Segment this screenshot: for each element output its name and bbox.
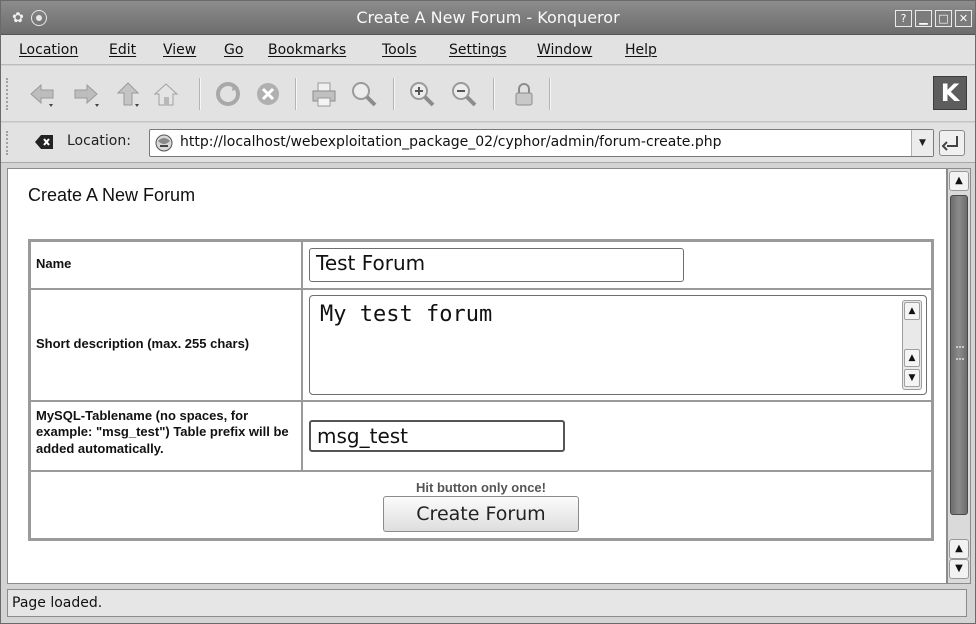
tablename-input[interactable]: msg_test xyxy=(309,420,565,452)
forum-form-table: Name Test Forum Short description (max. … xyxy=(28,239,934,541)
textarea-scrollbar[interactable]: ▲ ▲ ▼ xyxy=(902,300,922,390)
status-bar: Page loaded. xyxy=(7,589,967,617)
menu-location[interactable]: Location xyxy=(19,42,78,58)
menu-window[interactable]: Window xyxy=(537,42,592,58)
window-title: Create A New Forum - Konqueror xyxy=(356,8,620,27)
zoom-in-icon xyxy=(410,82,435,107)
zoom-in-button[interactable] xyxy=(405,78,439,110)
find-icon xyxy=(352,82,377,107)
menu-tools[interactable]: Tools xyxy=(382,42,417,58)
toolbar-separator xyxy=(199,78,201,110)
forward-button[interactable] xyxy=(69,78,103,110)
name-label: Name xyxy=(36,256,72,271)
close-icon[interactable]: ✕ xyxy=(955,10,972,27)
minimize-icon[interactable]: ▁ xyxy=(915,10,932,27)
zoom-out-icon xyxy=(452,82,477,107)
menu-go[interactable]: Go xyxy=(224,42,243,58)
reload-button[interactable] xyxy=(211,78,245,110)
thumb-grip xyxy=(956,346,964,360)
scrollbar-thumb[interactable] xyxy=(950,195,968,515)
back-icon xyxy=(30,83,54,107)
toolbar-separator xyxy=(549,78,551,110)
tablename-label: MySQL-Tablename (no spaces, for example:… xyxy=(36,408,289,456)
tablename-input-cell: msg_test xyxy=(302,401,932,471)
help-icon[interactable]: ? xyxy=(895,10,912,27)
toolbar-grip[interactable] xyxy=(6,131,9,155)
scroll-up-icon[interactable]: ▲ xyxy=(904,302,920,320)
scroll-up-icon[interactable]: ▲ xyxy=(949,171,969,191)
submit-hint: Hit button only once! xyxy=(416,480,546,495)
url-text: http://localhost/webexploitation_package… xyxy=(180,134,722,150)
scroll-up-icon[interactable]: ▲ xyxy=(949,539,969,559)
zoom-out-button[interactable] xyxy=(447,78,481,110)
title-bar: ✿ Create A New Forum - Konqueror ? ▁ □ ✕ xyxy=(1,1,975,35)
print-button[interactable] xyxy=(307,78,341,110)
description-textarea[interactable]: My test forum ▲ ▲ ▼ xyxy=(309,295,927,395)
up-button[interactable] xyxy=(111,78,145,110)
create-forum-button[interactable]: Create Forum xyxy=(383,496,579,532)
stop-button[interactable] xyxy=(251,78,285,110)
stop-icon xyxy=(257,83,279,105)
url-input[interactable]: http://localhost/webexploitation_package… xyxy=(149,129,934,157)
name-label-cell: Name xyxy=(30,241,302,289)
page-title: Create A New Forum xyxy=(28,185,196,205)
scroll-up-icon[interactable]: ▲ xyxy=(904,349,920,367)
toolbar-separator xyxy=(393,78,395,110)
menu-bookmarks[interactable]: Bookmarks xyxy=(268,42,346,58)
description-label: Short description (max. 255 chars) xyxy=(36,336,250,351)
reload-icon xyxy=(216,82,240,106)
scroll-down-icon[interactable]: ▼ xyxy=(949,559,969,579)
submit-cell: Hit button only once! Create Forum xyxy=(30,471,932,539)
home-button[interactable] xyxy=(149,78,183,110)
back-button[interactable] xyxy=(25,78,59,110)
menu-settings[interactable]: Settings xyxy=(449,42,506,58)
description-label-cell: Short description (max. 255 chars) xyxy=(30,289,302,401)
security-icon xyxy=(515,83,533,106)
location-toolbar: Location: http://localhost/webexploitati… xyxy=(1,123,975,163)
forward-icon xyxy=(74,83,99,107)
toolbar-grip[interactable] xyxy=(6,78,9,110)
clear-location-icon[interactable] xyxy=(33,132,55,152)
print-icon xyxy=(312,82,336,107)
toolbar-separator xyxy=(493,78,495,110)
find-button[interactable] xyxy=(347,78,381,110)
url-history-dropdown[interactable]: ▼ xyxy=(911,130,933,156)
tablename-label-cell: MySQL-Tablename (no spaces, for example:… xyxy=(30,401,302,471)
menu-bar: Location Edit View Go Bookmarks Tools Se… xyxy=(1,35,975,65)
status-text: Page loaded. xyxy=(12,595,103,611)
maximize-icon[interactable]: □ xyxy=(935,10,952,27)
name-input-cell: Test Forum xyxy=(302,241,932,289)
location-label: Location: xyxy=(67,133,131,149)
menu-help[interactable]: Help xyxy=(625,42,657,58)
toolbar-separator xyxy=(295,78,297,110)
page-scrollbar[interactable]: ▲ ▲ ▼ xyxy=(947,168,971,584)
favicon-icon xyxy=(155,134,173,152)
description-input-cell: My test forum ▲ ▲ ▼ xyxy=(302,289,932,401)
menu-view[interactable]: View xyxy=(163,42,196,58)
forum-name-input[interactable]: Test Forum xyxy=(309,248,684,282)
menu-edit[interactable]: Edit xyxy=(109,42,136,58)
page-viewport: Create A New Forum Name Test Forum Short… xyxy=(7,168,947,584)
konqueror-window: ✿ Create A New Forum - Konqueror ? ▁ □ ✕… xyxy=(0,0,976,624)
go-button[interactable] xyxy=(939,130,965,156)
security-button[interactable] xyxy=(507,78,541,110)
enter-icon xyxy=(941,136,958,151)
scroll-down-icon[interactable]: ▼ xyxy=(904,369,920,387)
home-icon xyxy=(153,83,179,106)
konqueror-logo: K xyxy=(933,76,967,110)
description-text: My test forum xyxy=(320,302,493,327)
up-icon xyxy=(116,82,140,107)
main-toolbar: K xyxy=(1,66,975,122)
